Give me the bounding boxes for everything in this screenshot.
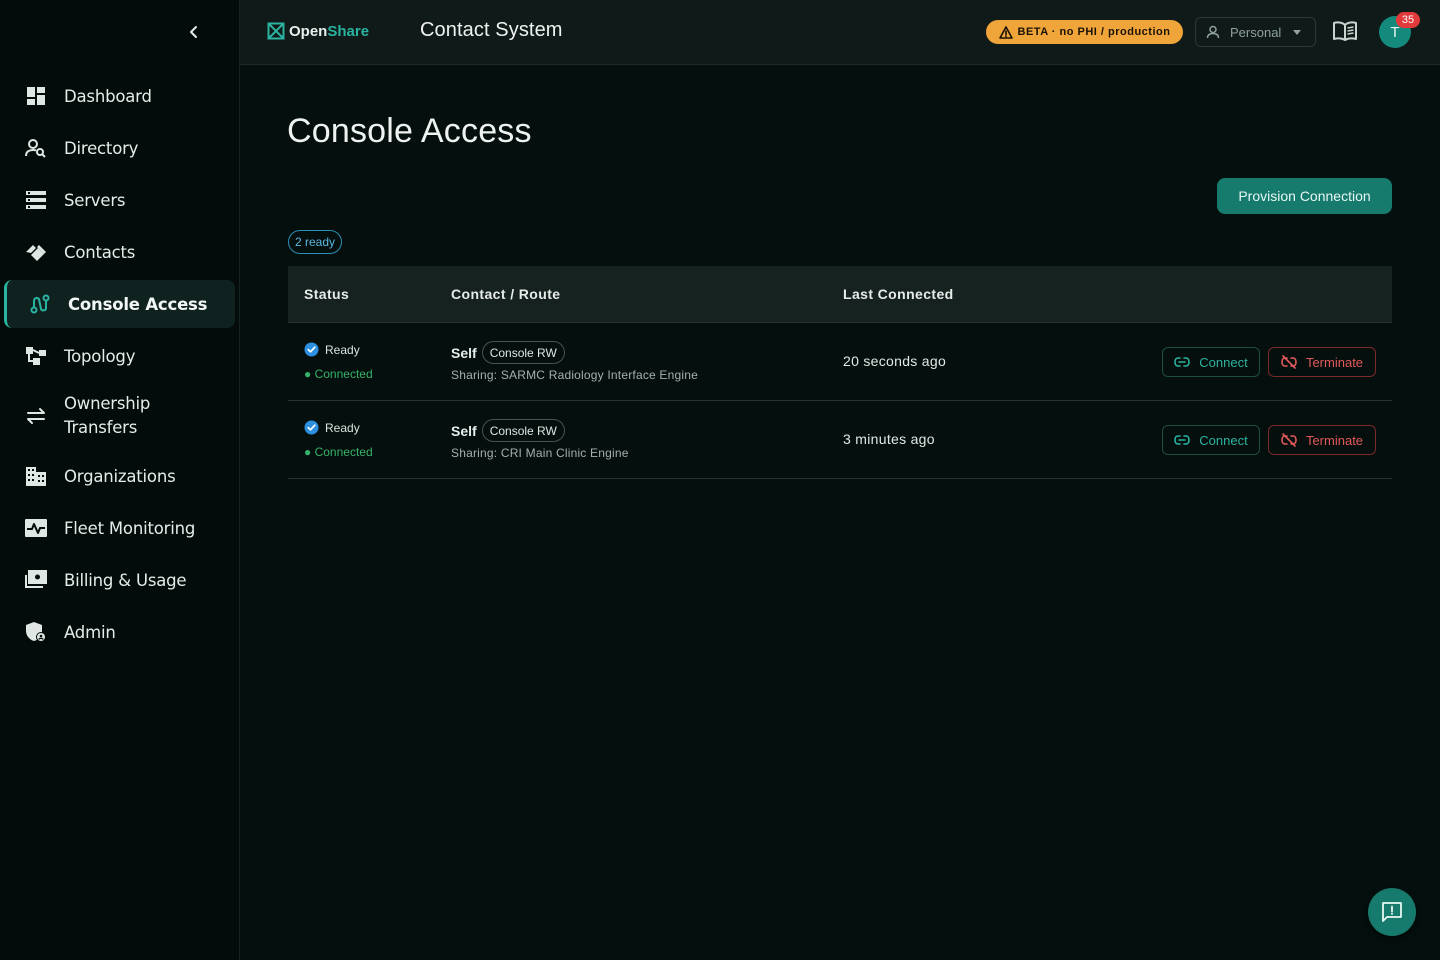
- last-connected: 20 seconds ago: [843, 353, 947, 369]
- link-off-icon: [1281, 433, 1297, 447]
- table-header: Status Contact / Route Last Connected: [288, 266, 1392, 323]
- page-title: Console Access: [287, 112, 532, 150]
- connect-label: Connect: [1199, 354, 1248, 370]
- workspace-label: Personal: [1230, 24, 1282, 40]
- beta-warning-badge: BETA · no PHI / production: [986, 20, 1183, 44]
- beta-label: BETA · no PHI / production: [1017, 26, 1171, 38]
- workspace-select[interactable]: Personal: [1195, 17, 1316, 47]
- owner-label: Self: [451, 422, 477, 439]
- link-icon: [1174, 435, 1191, 445]
- openshare-logo-icon: [267, 22, 285, 40]
- sidebar-item-fleet-monitoring[interactable]: Fleet Monitoring: [4, 504, 235, 552]
- sidebar-item-console-access[interactable]: Console Access: [4, 280, 235, 328]
- sidebar-item-label: Organizations: [64, 466, 176, 486]
- brand-logo[interactable]: Open Share: [267, 22, 369, 40]
- sidebar-item-ownership-transfers[interactable]: Ownership Transfers: [4, 384, 235, 448]
- provision-connection-button[interactable]: Provision Connection: [1217, 178, 1392, 214]
- chevron-left-icon: [190, 26, 197, 38]
- sidebar-item-label: Servers: [64, 190, 126, 210]
- monitor-pulse-icon: [24, 516, 48, 540]
- caret-down-icon: [1293, 29, 1302, 35]
- ready-count-badge: 2 ready: [288, 230, 343, 254]
- sharing-target: Sharing: CRI Main Clinic Engine: [451, 446, 629, 460]
- check-circle-icon: [304, 420, 319, 435]
- connect-button[interactable]: Connect: [1162, 425, 1260, 455]
- console-access-table: Status Contact / Route Last Connected Re…: [288, 266, 1392, 479]
- sidebar-item-label: Contacts: [64, 242, 136, 262]
- sidebar-item-billing-usage[interactable]: Billing & Usage: [4, 556, 235, 604]
- building-icon: [24, 464, 48, 488]
- dashboard-icon: [24, 84, 48, 108]
- warning-icon: [998, 25, 1013, 39]
- role-chip: Console RW: [481, 419, 565, 442]
- terminate-label: Terminate: [1305, 354, 1364, 370]
- console-route-icon: [28, 292, 52, 316]
- table-row: Ready ● Connected Self Console RW Sharin…: [288, 323, 1392, 401]
- sidebar-item-label: Billing & Usage: [64, 570, 187, 590]
- app-title: Contact System: [420, 19, 563, 41]
- column-header-last-connected[interactable]: Last Connected: [843, 286, 954, 302]
- sidebar-item-label: Topology: [64, 346, 136, 366]
- person-search-icon: [24, 136, 48, 160]
- sharing-target: Sharing: SARMC Radiology Interface Engin…: [451, 368, 698, 382]
- handshake-icon: [24, 240, 48, 264]
- sidebar: Dashboard Directory Servers Contacts Con…: [0, 0, 240, 960]
- sidebar-item-contacts[interactable]: Contacts: [4, 228, 235, 276]
- sidebar-item-label: Ownership Transfers: [64, 394, 151, 437]
- admin-shield-icon: [24, 620, 48, 644]
- owner-label: Self: [451, 344, 477, 361]
- sidebar-item-servers[interactable]: Servers: [4, 176, 235, 224]
- connect-label: Connect: [1199, 432, 1248, 448]
- status-cell: Ready: [304, 342, 360, 357]
- connection-status: ● Connected: [304, 445, 373, 459]
- billing-icon: [24, 568, 48, 592]
- sidebar-item-admin[interactable]: Admin: [4, 608, 235, 656]
- check-circle-icon: [304, 342, 319, 357]
- topology-icon: [24, 344, 48, 368]
- person-icon: [1206, 25, 1220, 39]
- feedback-button[interactable]: [1368, 888, 1416, 936]
- brand-name-share: Share: [327, 22, 370, 40]
- terminate-button[interactable]: Terminate: [1268, 425, 1376, 455]
- top-header: Open Share Contact System BETA · no PHI /…: [240, 0, 1440, 65]
- transfer-arrows-icon: [24, 404, 48, 428]
- feedback-icon: [1382, 902, 1402, 922]
- connection-status: ● Connected: [304, 367, 373, 381]
- terminate-button[interactable]: Terminate: [1268, 347, 1376, 377]
- status-label: Ready: [325, 342, 360, 357]
- sidebar-item-label: Fleet Monitoring: [64, 518, 196, 538]
- brand-name-open: Open: [289, 22, 328, 40]
- sidebar-item-directory[interactable]: Directory: [4, 124, 235, 172]
- sidebar-nav: Dashboard Directory Servers Contacts Con…: [4, 72, 235, 660]
- sidebar-item-dashboard[interactable]: Dashboard: [4, 72, 235, 120]
- connect-button[interactable]: Connect: [1162, 347, 1260, 377]
- role-chip: Console RW: [481, 341, 565, 364]
- route-owner: Self Console RW: [451, 419, 565, 442]
- link-icon: [1174, 357, 1191, 367]
- sidebar-item-label: Dashboard: [64, 86, 152, 106]
- collapse-sidebar-button[interactable]: [182, 20, 206, 44]
- route-owner: Self Console RW: [451, 341, 565, 364]
- sidebar-item-label: Admin: [64, 622, 116, 642]
- notification-count-badge[interactable]: 35: [1396, 12, 1420, 28]
- table-row: Ready ● Connected Self Console RW Sharin…: [288, 401, 1392, 479]
- sidebar-item-label: Directory: [64, 138, 139, 158]
- column-header-route[interactable]: Contact / Route: [451, 286, 560, 302]
- status-label: Ready: [325, 420, 360, 435]
- sidebar-item-topology[interactable]: Topology: [4, 332, 235, 380]
- last-connected: 3 minutes ago: [843, 431, 935, 447]
- servers-icon: [24, 188, 48, 212]
- status-cell: Ready: [304, 420, 360, 435]
- sidebar-item-label: Console Access: [68, 294, 208, 314]
- documentation-book-icon[interactable]: [1332, 20, 1358, 44]
- sidebar-item-organizations[interactable]: Organizations: [4, 452, 235, 500]
- link-off-icon: [1281, 355, 1297, 369]
- terminate-label: Terminate: [1305, 432, 1364, 448]
- column-header-status[interactable]: Status: [304, 286, 349, 302]
